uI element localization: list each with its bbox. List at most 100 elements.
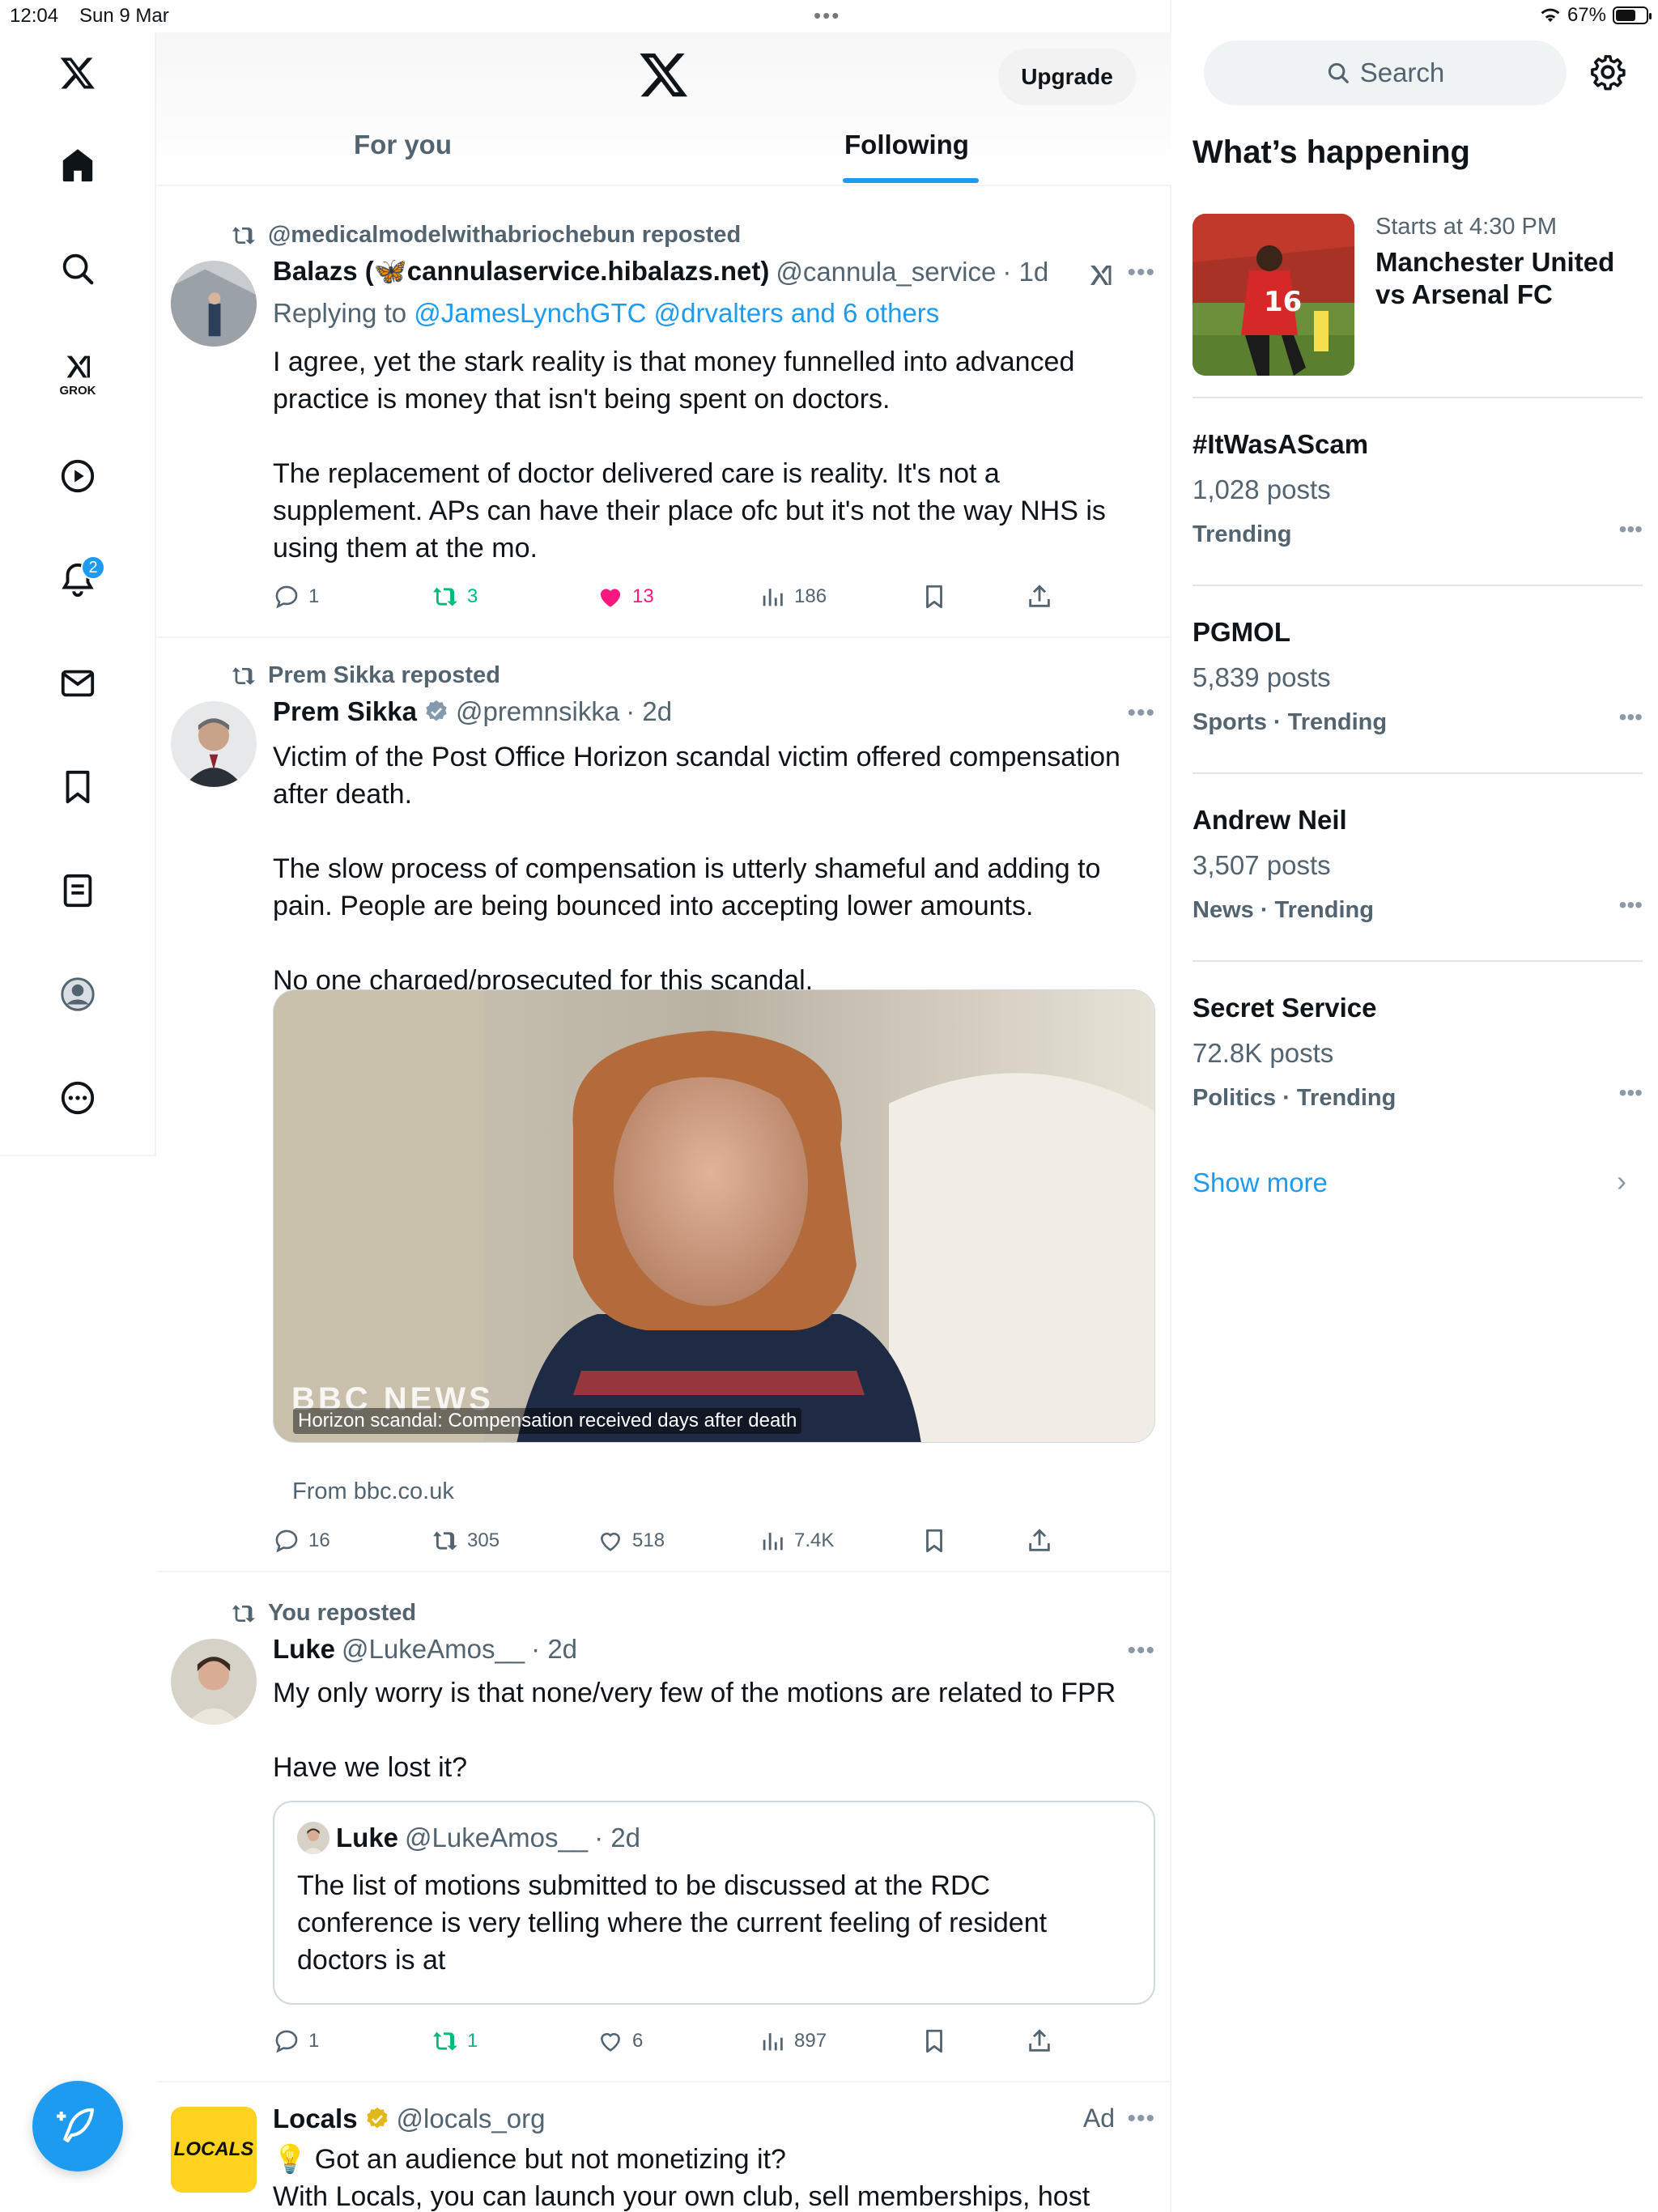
right-sidebar: Search What’s happening 16 Starts at 4:3…: [1171, 32, 1658, 2212]
share-icon: [1029, 1529, 1050, 1551]
quoted-avatar: [297, 1822, 329, 1854]
quoted-author-name: Luke: [336, 1823, 399, 1853]
home-icon[interactable]: [53, 141, 102, 189]
search-icon[interactable]: [53, 245, 102, 293]
upgrade-button[interactable]: Upgrade: [998, 49, 1136, 105]
views-button[interactable]: 897: [759, 2027, 827, 2055]
heart-icon: [601, 2033, 620, 2052]
trend-more-icon[interactable]: •••: [1619, 1080, 1643, 1106]
gear-icon[interactable]: [1589, 53, 1626, 91]
avatar[interactable]: [171, 1639, 257, 1725]
repost-by: Prem Sikka reposted: [268, 662, 500, 688]
grok-explain-icon[interactable]: [1086, 261, 1115, 290]
reply-button[interactable]: 1: [273, 2027, 319, 2055]
view-count: 7.4K: [794, 1529, 835, 1551]
like-count: 6: [632, 2030, 644, 2052]
grok-icon[interactable]: GROK: [53, 348, 102, 398]
trend-category: Politics · Trending: [1192, 1085, 1397, 1111]
tweet-actions: 1 3 13 186: [273, 583, 1082, 615]
repost-indicator: You reposted: [231, 1600, 416, 1627]
search-placeholder: Search: [1359, 57, 1445, 87]
repost-count: 305: [467, 1529, 500, 1551]
tweet-actions: 16 305 518 7.4K: [273, 1527, 1082, 1559]
more-options-icon[interactable]: •••: [1127, 259, 1155, 287]
messages-icon[interactable]: [53, 659, 102, 708]
bookmark-button[interactable]: [920, 583, 948, 610]
repost-button[interactable]: 3: [432, 583, 478, 610]
author-handle[interactable]: @locals_org: [397, 2104, 546, 2134]
reply-button[interactable]: 16: [273, 1527, 330, 1555]
share-button[interactable]: [1026, 2027, 1053, 2055]
tweet[interactable]: @medicalmodelwithabriochebun reposted Ba…: [156, 198, 1171, 638]
trend-more-icon[interactable]: •••: [1619, 704, 1643, 730]
more-options-icon[interactable]: •••: [1127, 2105, 1155, 2133]
views-button[interactable]: 7.4K: [759, 1527, 834, 1555]
more-options-icon[interactable]: [53, 1074, 102, 1122]
lists-icon[interactable]: [53, 866, 102, 915]
tweet[interactable]: Prem Sikka reposted Prem Sikka @premnsik…: [156, 638, 1171, 1572]
bookmark-button[interactable]: [920, 2027, 948, 2055]
share-button[interactable]: [1026, 583, 1053, 610]
author-name[interactable]: Luke: [273, 1634, 335, 1665]
wifi-icon: [1541, 8, 1560, 23]
author-name[interactable]: Locals: [273, 2104, 358, 2134]
media-caption: Horizon scandal: Compensation received d…: [293, 1408, 802, 1434]
compose-button[interactable]: [32, 2081, 123, 2172]
author-handle[interactable]: @LukeAmos__: [342, 1634, 525, 1665]
quoted-tweet[interactable]: Luke @LukeAmos__ · 2d The list of motion…: [273, 1801, 1155, 2005]
link-card-media[interactable]: BBC NEWS Horizon scandal: Compensation r…: [273, 989, 1155, 1443]
trend-item[interactable]: #ItWasAScam 1,028 posts Trending •••: [1192, 429, 1643, 591]
tweet-time: · 2d: [626, 696, 673, 726]
grok-label: GROK: [59, 384, 96, 398]
profile-icon[interactable]: [53, 970, 102, 1019]
views-button[interactable]: 186: [759, 583, 827, 610]
trending-event[interactable]: 16 Starts at 4:30 PM Manchester United v…: [1192, 214, 1638, 376]
battery-percent: 67%: [1567, 4, 1606, 26]
bookmark-button[interactable]: [920, 1527, 948, 1555]
repost-button[interactable]: 1: [432, 2027, 478, 2055]
timeline-header: Upgrade For you Following: [156, 32, 1171, 186]
like-button[interactable]: 6: [597, 2027, 643, 2055]
author-name[interactable]: Prem Sikka: [273, 696, 417, 727]
bookmarks-icon[interactable]: [53, 763, 102, 811]
replying-prefix: Replying to: [273, 298, 414, 328]
author-handle[interactable]: @premnsikka: [456, 696, 619, 727]
event-title: Manchester United vs Arsenal FC: [1375, 247, 1615, 309]
trend-more-icon[interactable]: •••: [1619, 892, 1643, 918]
tab-following[interactable]: Following: [844, 130, 969, 160]
tweet-text: I agree, yet the stark reality is that m…: [273, 347, 1106, 564]
trend-more-icon[interactable]: •••: [1619, 517, 1643, 542]
notifications-icon[interactable]: 2: [53, 555, 105, 604]
author-name[interactable]: Balazs (🦋cannulaservice.hibalazs.net): [273, 256, 769, 287]
tweet[interactable]: You reposted Luke @LukeAmos__ · 2d ••• M…: [156, 1572, 1171, 2082]
views-icon: [763, 589, 783, 606]
more-options-icon[interactable]: •••: [1127, 700, 1155, 727]
trend-item[interactable]: Andrew Neil 3,507 posts News · Trending …: [1192, 805, 1643, 967]
promoted-tweet[interactable]: LOCALS Locals @locals_org Ad ••• 💡 Got a…: [156, 2082, 1171, 2212]
search-input[interactable]: Search: [1204, 40, 1567, 105]
like-button[interactable]: 13: [597, 583, 654, 610]
trend-name: Secret Service: [1192, 993, 1377, 1023]
like-button[interactable]: 518: [597, 1527, 665, 1555]
trend-item[interactable]: PGMOL 5,839 posts Sports · Trending •••: [1192, 617, 1643, 779]
tab-for-you[interactable]: For you: [354, 130, 452, 160]
advertiser-logo[interactable]: LOCALS: [171, 2107, 257, 2193]
x-logo-icon[interactable]: [53, 49, 102, 97]
link-source[interactable]: From bbc.co.uk: [292, 1478, 454, 1505]
avatar[interactable]: [171, 261, 257, 347]
replying-to-links[interactable]: @JamesLynchGTC @drvalters and 6 others: [414, 298, 939, 328]
verified-gold-badge-icon: [366, 2108, 388, 2129]
video-icon[interactable]: [53, 452, 102, 500]
quoted-tweet-text: The list of motions submitted to be disc…: [297, 1870, 1048, 1976]
reply-icon: [275, 2030, 298, 2053]
repost-icon: [232, 226, 255, 245]
show-more-link[interactable]: Show more: [1192, 1168, 1328, 1198]
repost-icon: [433, 2031, 457, 2051]
reply-button[interactable]: 1: [273, 583, 319, 610]
repost-button[interactable]: 305: [432, 1527, 500, 1555]
avatar[interactable]: [171, 701, 257, 787]
more-options-icon[interactable]: •••: [1127, 1637, 1155, 1665]
author-handle[interactable]: @cannula_service: [776, 257, 996, 287]
share-button[interactable]: [1026, 1527, 1053, 1555]
trend-item[interactable]: Secret Service 72.8K posts Politics · Tr…: [1192, 993, 1643, 1155]
